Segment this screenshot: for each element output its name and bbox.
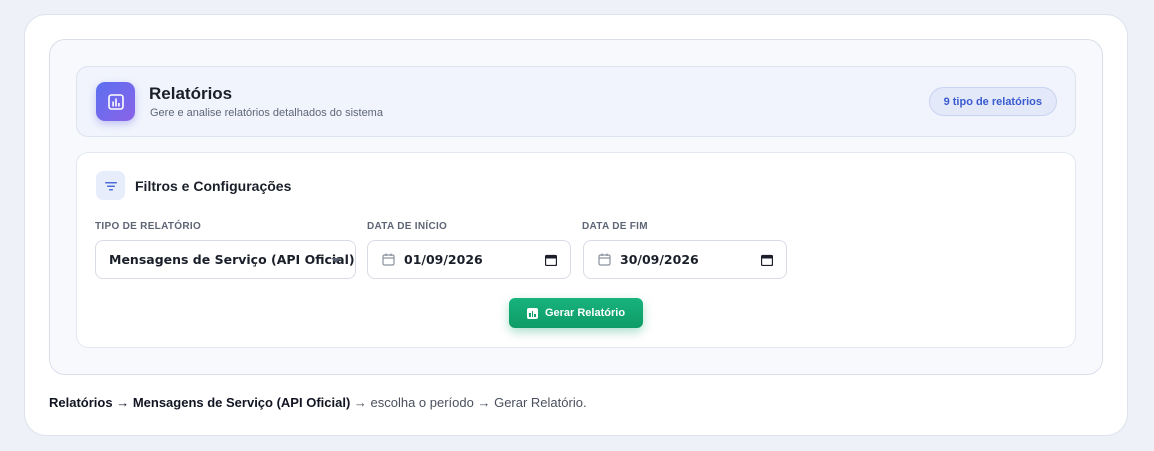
start-date-label: DATA DE INÍCIO [367,221,448,232]
report-count-badge: 9 tipo de relatórios [928,87,1057,116]
bar-chart-icon [526,307,538,319]
filters-title: Filtros e Configurações [135,178,292,194]
page-title: Relatórios [149,84,233,103]
generate-report-button[interactable]: Gerar Relatório [509,298,643,328]
report-type-label: TIPO DE RELATÓRIO [95,221,202,232]
start-date-value: 01/09/2026 [404,252,483,267]
generate-report-label: Gerar Relatório [544,307,626,319]
start-date-input[interactable]: 01/09/2026 [367,240,571,279]
date-picker-icon[interactable] [545,254,557,266]
report-type-value: Mensagens de Serviço (API Oficial) [109,252,355,267]
chevron-down-icon [331,258,341,263]
outer-card: Relatórios Gere e analise relatórios det… [24,14,1128,436]
report-type-select[interactable]: Mensagens de Serviço (API Oficial) [95,240,356,279]
end-date-label: DATA DE FIM [582,221,648,232]
page-subtitle: Gere e analise relatórios detalhados do … [150,107,383,119]
bar-chart-icon [96,82,135,121]
caption-step-reports: Relatórios [49,395,113,410]
instructions-caption: Relatórios → Mensagens de Serviço (API O… [49,395,587,410]
filter-icon [96,171,125,200]
end-date-value: 30/09/2026 [620,252,699,267]
caption-rest: → escolha o período → Gerar Relatório. [350,395,587,410]
reports-header: Relatórios Gere e analise relatórios det… [76,66,1076,137]
date-picker-icon[interactable] [761,254,773,266]
reports-panel: Relatórios Gere e analise relatórios det… [49,39,1103,375]
calendar-icon [382,253,395,266]
end-date-input[interactable]: 30/09/2026 [583,240,787,279]
caption-step-report-type: Mensagens de Serviço (API Oficial) [132,395,351,410]
caption-arrow: → [112,395,133,410]
calendar-icon [598,253,611,266]
filters-card: Filtros e Configurações TIPO DE RELATÓRI… [76,152,1076,348]
